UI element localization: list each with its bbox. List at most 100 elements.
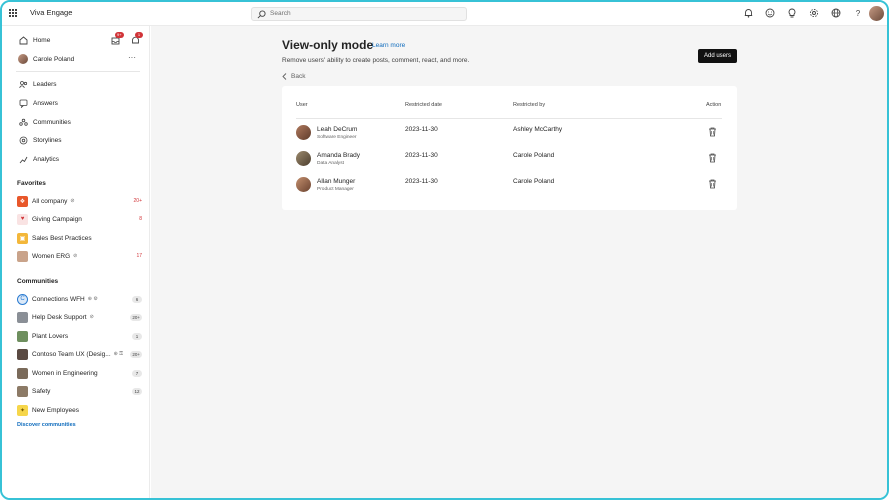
gear-icon[interactable] [809, 7, 819, 19]
search-icon [257, 10, 266, 19]
sidebar-item-women-in-engineering[interactable]: Women in Engineering 7 [17, 367, 142, 379]
user-role: Data Analyst [317, 161, 344, 166]
new-employees-logo-icon: ✦ [17, 404, 28, 416]
sidebar-item-connections-wfh[interactable]: C Connections WFH ⊕ ⚙ 6 [17, 293, 142, 305]
safety-logo-icon [17, 385, 28, 397]
column-header-restricted-by: Restricted by [513, 102, 546, 108]
sidebar-item-sales-best-practices[interactable]: ▣ Sales Best Practices [17, 232, 142, 244]
sidebar-item-giving-campaign[interactable]: ♥ Giving Campaign 8 [17, 213, 142, 225]
app-window: Viva Engage Search ? Home 9+ 1 Carole Po… [0, 0, 889, 500]
page-subtitle: Remove users' ability to create posts, c… [282, 57, 470, 64]
sidebar-item-label: All company [32, 197, 68, 205]
app-title[interactable]: Viva Engage [30, 8, 72, 17]
sidebar-item-safety[interactable]: Safety 12 [17, 385, 142, 397]
sidebar-item-analytics[interactable]: Analytics [18, 153, 59, 165]
delete-icon[interactable] [708, 179, 717, 189]
divider [16, 71, 140, 72]
top-bar: Viva Engage Search ? [2, 2, 887, 26]
header-divider [296, 118, 722, 119]
plant-lovers-logo-icon [17, 330, 28, 342]
search-box[interactable]: Search [251, 7, 467, 21]
sidebar-item-label: Women ERG [32, 252, 71, 260]
main-content: View-only mode Learn more Remove users' … [151, 26, 887, 498]
emoji-icon[interactable] [765, 7, 775, 19]
delete-icon[interactable] [708, 127, 717, 137]
user-name: Leah DeCrum [317, 126, 358, 133]
restricted-by: Carole Poland [513, 178, 555, 185]
help-desk-logo-icon [17, 311, 28, 323]
sidebar-item-storylines[interactable]: Storylines [18, 134, 62, 146]
notification-badge: 1 [135, 32, 143, 38]
sidebar-item-all-company[interactable]: ❖ All company ⊘ 20+ [17, 195, 142, 207]
sidebar-item-label: Storylines [33, 136, 62, 144]
restricted-date: 2023-11-30 [405, 178, 438, 185]
user-name: Amanda Brady [317, 152, 360, 159]
sidebar: Home 9+ 1 Carole Poland ··· Leaders Answ… [2, 26, 150, 498]
sidebar-item-label: Plant Lovers [32, 332, 69, 340]
lightbulb-icon[interactable] [787, 7, 797, 19]
favorites-heading: Favorites [17, 180, 46, 187]
add-users-button[interactable]: Add users [698, 49, 737, 63]
unread-count: 20+ [133, 198, 142, 204]
inbox-icon[interactable]: 9+ [111, 32, 124, 46]
sales-logo-icon: ▣ [17, 232, 28, 244]
sidebar-item-contoso-team-ux[interactable]: Contoso Team UX (Desig... ⊕ ⚿ 20+ [17, 348, 142, 360]
sidebar-item-new-employees[interactable]: ✦ New Employees [17, 404, 142, 416]
restricted-date: 2023-11-30 [405, 152, 438, 159]
bell-icon[interactable] [743, 7, 753, 19]
delete-icon[interactable] [708, 153, 717, 163]
sidebar-item-label: Giving Campaign [32, 215, 82, 223]
sidebar-item-plant-lovers[interactable]: Plant Lovers 1 [17, 330, 142, 342]
globe-icon[interactable] [831, 7, 841, 19]
avatar[interactable] [869, 6, 884, 21]
back-link[interactable]: Back [282, 73, 305, 80]
sidebar-item-leaders[interactable]: Leaders [18, 78, 57, 90]
header-actions: 9+ 1 [111, 32, 143, 46]
restricted-by: Carole Poland [513, 152, 555, 159]
unread-count: 20+ [130, 313, 142, 321]
column-header-action: Action [706, 102, 722, 108]
chevron-left-icon [282, 73, 287, 80]
answers-icon [18, 98, 28, 108]
sidebar-item-home[interactable]: Home [18, 34, 50, 46]
restricted-by: Ashley McCarthy [513, 126, 563, 133]
inbox-badge: 9+ [115, 32, 124, 38]
user-name: Allan Munger [317, 178, 356, 185]
unread-count: 8 [139, 216, 142, 222]
sidebar-item-label: Contoso Team UX (Desig... [32, 350, 111, 358]
back-label: Back [291, 73, 306, 80]
profile-name: Carole Poland [33, 55, 75, 63]
column-header-restricted-date: Restricted date [405, 102, 442, 108]
notification-icon[interactable]: 1 [131, 32, 143, 46]
help-icon[interactable]: ? [853, 7, 863, 19]
discover-communities-link[interactable]: Discover communities [17, 422, 76, 428]
sidebar-item-help-desk-support[interactable]: Help Desk Support ⊘ 20+ [17, 311, 142, 323]
unread-count: 6 [132, 295, 142, 303]
sidebar-item-label: Help Desk Support [32, 313, 87, 321]
home-icon [18, 35, 28, 45]
all-company-logo-icon: ❖ [17, 195, 28, 207]
restricted-date: 2023-11-30 [405, 126, 438, 133]
unread-count: 12 [132, 387, 142, 395]
restricted-users-table: User Restricted date Restricted by Actio… [282, 86, 737, 210]
verified-icon: ⊘ [70, 198, 75, 204]
globe-icon: ⊕ ⚿ [113, 351, 124, 357]
sidebar-item-profile[interactable]: Carole Poland [18, 53, 74, 65]
sidebar-item-women-erg[interactable]: Women ERG ⊘ 17 [17, 250, 142, 262]
storylines-icon [18, 135, 28, 145]
contoso-logo-icon [17, 348, 28, 360]
sidebar-item-answers[interactable]: Answers [18, 97, 58, 109]
sidebar-item-communities[interactable]: Communities [18, 116, 71, 128]
sidebar-item-label: Sales Best Practices [32, 234, 92, 242]
sidebar-item-label: Connections WFH [32, 295, 85, 303]
column-header-user: User [296, 102, 308, 108]
search-placeholder: Search [270, 10, 291, 17]
avatar [296, 125, 311, 140]
giving-campaign-logo-icon: ♥ [17, 213, 28, 225]
more-options-icon[interactable]: ··· [128, 53, 136, 62]
user-role: Product Manager [317, 187, 354, 192]
sidebar-item-label: Communities [33, 118, 71, 126]
top-icons: ? [743, 7, 863, 19]
learn-more-link[interactable]: Learn more [372, 42, 405, 49]
app-launcher-icon[interactable] [9, 9, 18, 18]
